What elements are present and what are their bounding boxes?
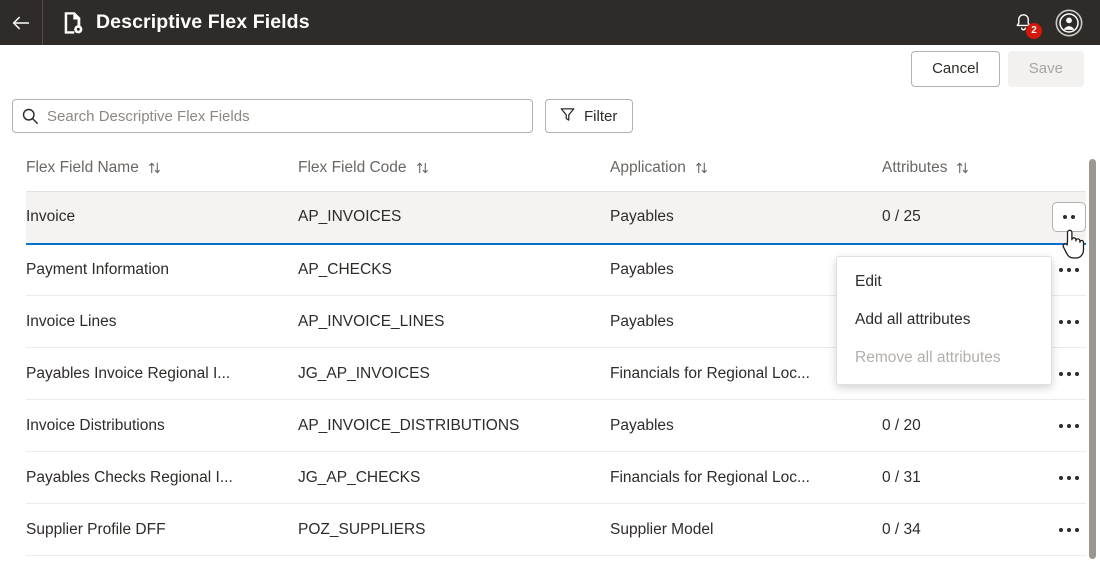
table-row[interactable]: Payables Checks Regional I... JG_AP_CHEC… [26, 452, 1086, 504]
column-header-label: Attributes [882, 159, 947, 177]
cell-actions [1037, 400, 1086, 452]
sort-arrows-icon[interactable] [416, 161, 429, 175]
cell-application: Financials for Regional Loc... [610, 452, 882, 504]
cell-actions [1037, 452, 1086, 504]
cell-flex-field-name: Payables Invoice Regional I... [26, 348, 298, 400]
cell-flex-field-code: POZ_SUPPLIERS [298, 504, 610, 556]
cell-flex-field-code: AP_INVOICES [298, 192, 610, 244]
cell-application: Supplier Model [610, 504, 882, 556]
row-overflow-menu-icon[interactable] [1052, 463, 1086, 493]
cell-attributes: 0 / 31 [882, 452, 1037, 504]
menu-item-add-all-attributes[interactable]: Add all attributes [837, 301, 1051, 339]
notifications-badge: 2 [1026, 23, 1042, 39]
user-avatar-icon [1054, 8, 1084, 38]
cell-attributes: 0 / 25 [882, 192, 1037, 244]
column-header-label: Application [610, 159, 686, 177]
cell-flex-field-name: Payables Checks Regional I... [26, 452, 298, 504]
back-button[interactable] [0, 0, 42, 45]
row-overflow-menu-icon[interactable] [1052, 307, 1086, 337]
sort-arrows-icon[interactable] [148, 161, 161, 175]
cell-flex-field-code: JG_AP_INVOICES [298, 348, 610, 400]
menu-item-edit[interactable]: Edit [837, 263, 1051, 301]
cell-actions [1037, 192, 1086, 244]
table-row[interactable]: Invoice AP_INVOICES Payables 0 / 25 [26, 192, 1086, 244]
cell-flex-field-name: Invoice [26, 192, 298, 244]
cell-flex-field-code: AP_INVOICE_LINES [298, 296, 610, 348]
cell-actions [1037, 504, 1086, 556]
cell-flex-field-name: Supplier Profile DFF [26, 504, 298, 556]
table-vertical-scrollbar[interactable] [1089, 159, 1096, 559]
save-button[interactable]: Save [1008, 51, 1084, 87]
cell-attributes: 0 / 20 [882, 400, 1037, 452]
page-title: Descriptive Flex Fields [96, 11, 310, 34]
search-icon [13, 107, 47, 125]
cell-flex-field-name: Payment Information [26, 244, 298, 296]
cell-flex-field-name: Invoice Lines [26, 296, 298, 348]
back-arrow-icon [10, 12, 32, 34]
cell-application: Payables [610, 400, 882, 452]
cell-flex-field-code: AP_CHECKS [298, 244, 610, 296]
search-toolbar: Filter [0, 95, 1100, 137]
column-header-flex-field-code[interactable]: Flex Field Code [298, 153, 610, 192]
page-action-toolbar: Cancel Save [0, 45, 1100, 93]
column-header-attributes[interactable]: Attributes [882, 153, 1037, 192]
row-overflow-menu-icon[interactable] [1052, 255, 1086, 285]
menu-item-remove-all-attributes: Remove all attributes [837, 339, 1051, 377]
cell-flex-field-code: AP_INVOICE_DISTRIBUTIONS [298, 400, 610, 452]
row-overflow-menu-icon[interactable] [1052, 515, 1086, 545]
column-header-application[interactable]: Application [610, 153, 882, 192]
sort-arrows-icon[interactable] [956, 161, 969, 175]
cell-attributes: 0 / 34 [882, 504, 1037, 556]
scrollbar-thumb[interactable] [1089, 159, 1096, 559]
search-field-container[interactable] [12, 99, 533, 133]
row-overflow-menu-icon[interactable] [1052, 359, 1086, 389]
table-row[interactable]: Supplier Profile DFF POZ_SUPPLIERS Suppl… [26, 504, 1086, 556]
table-header: Flex Field Name Flex Field Code [26, 153, 1086, 192]
column-header-actions [1037, 153, 1086, 192]
column-header-label: Flex Field Name [26, 159, 139, 177]
row-overflow-menu-icon[interactable] [1052, 202, 1086, 232]
filter-button-label: Filter [584, 108, 617, 125]
user-account-button[interactable] [1054, 8, 1084, 38]
header-actions: 2 [1010, 8, 1100, 38]
filter-button[interactable]: Filter [545, 99, 633, 133]
search-input[interactable] [47, 108, 532, 125]
app-header-bar: Descriptive Flex Fields 2 [0, 0, 1100, 45]
cell-flex-field-code: JG_AP_CHECKS [298, 452, 610, 504]
sort-arrows-icon[interactable] [695, 161, 708, 175]
cell-application: Payables [610, 192, 882, 244]
funnel-icon [559, 106, 576, 127]
row-overflow-menu-icon[interactable] [1052, 411, 1086, 441]
cancel-button[interactable]: Cancel [911, 51, 1000, 87]
document-settings-icon [63, 11, 84, 35]
header-title-group: Descriptive Flex Fields [43, 11, 1010, 35]
notifications-button[interactable]: 2 [1010, 10, 1036, 36]
table-row[interactable]: Invoice Distributions AP_INVOICE_DISTRIB… [26, 400, 1086, 452]
row-context-menu: Edit Add all attributes Remove all attri… [836, 256, 1052, 385]
column-header-label: Flex Field Code [298, 159, 407, 177]
table-header-row: Flex Field Name Flex Field Code [26, 153, 1086, 192]
column-header-flex-field-name[interactable]: Flex Field Name [26, 153, 298, 192]
cell-flex-field-name: Invoice Distributions [26, 400, 298, 452]
